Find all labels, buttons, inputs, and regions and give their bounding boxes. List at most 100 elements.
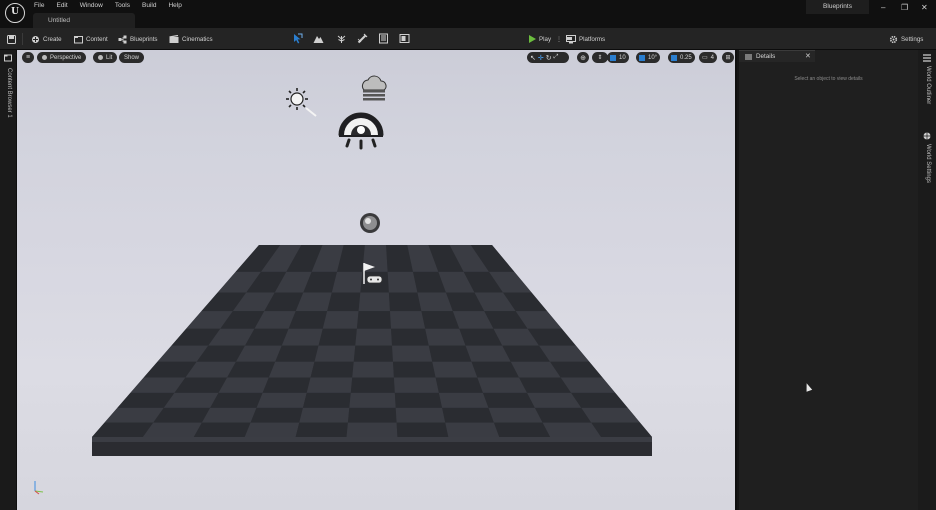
floor-tile — [442, 407, 494, 423]
floor-tile — [210, 392, 263, 408]
save-button[interactable] — [7, 33, 16, 45]
sky-light-icon[interactable] — [338, 112, 384, 150]
floor-tile — [299, 407, 350, 423]
menu-build[interactable]: Build — [142, 2, 162, 9]
menu-file[interactable]: File — [34, 2, 50, 9]
mouse-cursor-icon — [803, 382, 813, 392]
menu-window[interactable]: Window — [80, 2, 109, 9]
floor-tile — [591, 422, 652, 437]
details-tab-label: Details — [756, 53, 776, 60]
save-icon — [7, 34, 16, 44]
floor-tile — [471, 361, 520, 378]
minimize-button[interactable]: – — [881, 3, 885, 12]
menu-edit[interactable]: Edit — [56, 2, 73, 9]
floor-tile — [477, 377, 528, 393]
floor-tile — [542, 422, 602, 437]
close-button[interactable]: ✕ — [921, 3, 928, 12]
world-outliner-icon[interactable] — [923, 54, 931, 62]
document-tab[interactable]: Untitled — [33, 13, 135, 28]
brush-mode-icon[interactable] — [399, 33, 410, 44]
menu-help[interactable]: Help — [168, 2, 187, 9]
floor-tile — [268, 361, 315, 378]
floor-tile — [314, 345, 356, 362]
content-icon — [74, 35, 83, 43]
cinematics-button[interactable]: Cinematics — [169, 33, 213, 45]
details-close-icon[interactable]: ✕ — [805, 52, 811, 60]
sky-atmosphere-icon[interactable] — [361, 75, 387, 101]
floor-tile — [350, 377, 395, 393]
content-label: Content — [86, 35, 108, 43]
content-browser-tab[interactable]: Content Browser 1 — [6, 68, 12, 118]
floor-tile — [281, 328, 323, 346]
floor-tile — [445, 422, 500, 437]
ue-logo-icon[interactable]: U — [5, 3, 25, 23]
content-browser-icon[interactable] — [4, 54, 12, 62]
foliage-mode-icon[interactable] — [336, 33, 347, 44]
floor-tile — [193, 422, 251, 437]
landscape-mode-icon[interactable] — [313, 33, 324, 44]
play-button[interactable]: Play ⋮ — [529, 33, 562, 45]
blueprints-button[interactable]: Blueprints — [118, 33, 158, 45]
blueprints-label: Blueprints — [130, 35, 158, 43]
menu-tools[interactable]: Tools — [115, 2, 136, 9]
fracture-mode-icon[interactable] — [378, 33, 389, 44]
restore-button[interactable]: ❐ — [901, 3, 908, 12]
blueprints-tab[interactable]: Blueprints — [806, 0, 869, 14]
floor-tile — [306, 377, 353, 393]
content-button[interactable]: Content — [74, 33, 108, 45]
platforms-icon — [566, 34, 576, 43]
sun-icon[interactable] — [286, 88, 317, 117]
floor-tile — [358, 292, 391, 312]
floor-tile — [201, 407, 257, 423]
create-button[interactable]: Create — [31, 33, 62, 45]
settings-label: Settings — [901, 35, 924, 43]
title-bar: U File Edit Window Tools Build Help Unti… — [0, 0, 936, 28]
platforms-label: Platforms — [579, 35, 606, 43]
details-tab[interactable]: Details ✕ — [739, 50, 815, 62]
floor-tile — [250, 407, 303, 423]
mesh-paint-mode-icon[interactable] — [357, 33, 368, 44]
floor-tile — [275, 345, 319, 362]
floor-tile — [322, 311, 359, 329]
floor-tile — [327, 292, 361, 312]
world-outliner-tab[interactable]: World Outliner — [925, 66, 931, 104]
world-settings-tab[interactable]: World Settings — [925, 144, 931, 183]
floor-tile — [421, 311, 460, 329]
cinematics-label: Cinematics — [182, 35, 213, 43]
settings-button[interactable]: Settings — [889, 33, 923, 45]
floor-tile — [428, 345, 472, 362]
floor-tile — [318, 328, 357, 346]
world-settings-icon[interactable] — [923, 132, 931, 140]
floor-tile — [244, 422, 300, 437]
scene-canvas — [34, 75, 652, 495]
floor-tile — [356, 311, 392, 329]
create-icon — [32, 35, 39, 43]
play-options-icon[interactable]: ⋮ — [556, 36, 562, 43]
floor-tile — [295, 422, 348, 437]
floor-tile — [581, 407, 640, 423]
platforms-button[interactable]: Platforms — [566, 33, 605, 45]
floor-tile — [390, 311, 426, 329]
floor-tile — [393, 377, 439, 393]
floor-tile — [432, 361, 478, 378]
details-empty-message: Select an object to view details — [794, 76, 863, 82]
level-viewport[interactable]: ≡ Perspective Lit Show ↖ ✛ ↻ ⤢ ⊕ ⇕ 10 10… — [16, 50, 737, 510]
toolbar-separator — [22, 33, 23, 45]
floor-tile — [302, 392, 351, 408]
floor-tile — [395, 407, 446, 423]
floor-tile — [310, 361, 354, 378]
create-label: Create — [43, 35, 62, 43]
main-menu: File Edit Window Tools Build Help — [34, 2, 194, 9]
floor-tile — [388, 292, 422, 312]
select-mode-icon[interactable] — [292, 33, 303, 44]
floor-tile — [396, 422, 449, 437]
floor-tile — [488, 407, 543, 423]
floor-tile — [355, 328, 393, 346]
floor-tile — [393, 361, 436, 378]
floor-tile — [425, 328, 466, 346]
blueprints-icon — [118, 35, 127, 43]
floor-tile — [142, 422, 202, 437]
floor-tile — [218, 377, 269, 393]
floor-tile — [387, 271, 418, 293]
sphere-reflection-icon[interactable] — [360, 213, 380, 233]
